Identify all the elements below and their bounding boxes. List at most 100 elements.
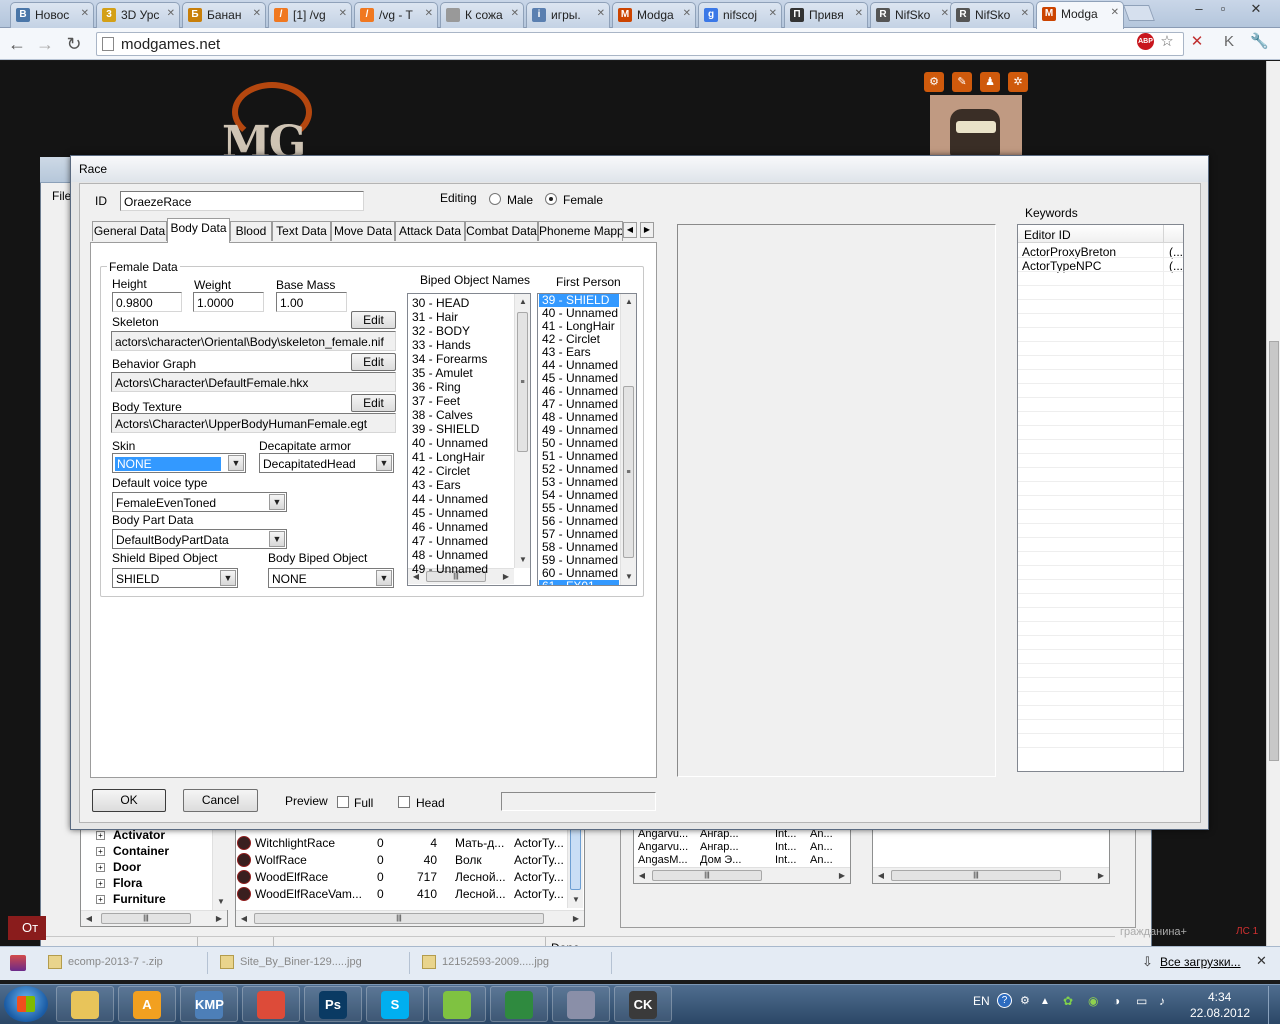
ok-button[interactable]: OK bbox=[92, 789, 166, 812]
maximize-button[interactable]: ▫ bbox=[1212, 0, 1234, 20]
tab-combat-data[interactable]: Combat Data bbox=[465, 221, 538, 241]
cell-list-hscroll[interactable]: ◀ ▶ ||| bbox=[634, 867, 850, 883]
biped-names-list[interactable]: ▲ ≡ ▼ ◀ ▶ ||| 30 - HEAD 31 - Hair 32 - BODY 3… bbox=[407, 293, 531, 586]
taskbar-kmplayer[interactable]: KMP bbox=[180, 986, 238, 1022]
object-row[interactable]: WolfRace 0 40 Волк ActorTy... bbox=[237, 852, 567, 869]
browser-tab[interactable]: / /vg - T ✕ bbox=[354, 2, 438, 28]
page-scrollbar[interactable] bbox=[1266, 61, 1280, 946]
biped-name-item[interactable]: 42 - Circlet bbox=[412, 464, 470, 478]
browser-tab[interactable]: R NifSko ✕ bbox=[870, 2, 954, 28]
biped-name-item[interactable]: 40 - Unnamed bbox=[412, 436, 488, 450]
all-downloads-link[interactable]: Все загрузки... bbox=[1160, 955, 1241, 969]
tab-close-icon[interactable]: ✕ bbox=[855, 8, 863, 19]
scroll-up-icon[interactable]: ▲ bbox=[515, 294, 530, 310]
tab-close-icon[interactable]: ✕ bbox=[941, 8, 949, 19]
skeleton-edit-button[interactable]: Edit bbox=[351, 311, 396, 329]
behavior-edit-button[interactable]: Edit bbox=[351, 353, 396, 371]
network-icon[interactable]: ▭ bbox=[1136, 994, 1147, 1008]
tray-app-icon-2[interactable]: ◑ bbox=[1113, 994, 1120, 1008]
browser-tab[interactable]: M Modga ✕ bbox=[612, 2, 696, 28]
minimize-button[interactable]: – bbox=[1188, 0, 1210, 20]
tab-close-icon[interactable]: ✕ bbox=[597, 8, 605, 19]
adblock-icon[interactable]: ABP bbox=[1137, 33, 1154, 50]
taskbar-aimp[interactable]: A bbox=[118, 986, 176, 1022]
back-icon[interactable]: ← bbox=[6, 33, 28, 55]
help-icon[interactable]: ? bbox=[997, 993, 1012, 1008]
close-download-bar-icon[interactable]: ✕ bbox=[1256, 953, 1267, 969]
biped-name-item[interactable]: 34 - Forearms bbox=[412, 352, 487, 366]
tab-move-data[interactable]: Move Data bbox=[331, 221, 395, 241]
tab-general-data[interactable]: General Data bbox=[92, 221, 167, 241]
new-tab-button[interactable] bbox=[1123, 5, 1155, 21]
extension-k-icon[interactable]: K bbox=[1220, 33, 1238, 51]
biped-name-item[interactable]: 48 - Unnamed bbox=[412, 548, 488, 562]
tab-close-icon[interactable]: ✕ bbox=[339, 8, 347, 19]
head-checkbox[interactable] bbox=[398, 796, 410, 808]
voice-type-select[interactable]: FemaleEvenToned ▼ bbox=[112, 492, 287, 512]
tab-close-icon[interactable]: ✕ bbox=[253, 8, 261, 19]
tab-body-data[interactable]: Body Data bbox=[167, 218, 230, 243]
tab-close-icon[interactable]: ✕ bbox=[683, 8, 691, 19]
url-text[interactable]: modgames.net bbox=[121, 36, 220, 53]
site-logo[interactable]: MG bbox=[222, 82, 342, 168]
preview-area[interactable] bbox=[677, 224, 996, 777]
clock-time[interactable]: 4:34 bbox=[1208, 990, 1231, 1004]
site-pm-badge[interactable]: ЛС 1 bbox=[1236, 926, 1258, 937]
browser-tab[interactable]: / [1] /vg ✕ bbox=[268, 2, 352, 28]
biped-name-item[interactable]: 39 - SHIELD bbox=[412, 422, 479, 436]
show-desktop-button[interactable] bbox=[1268, 986, 1280, 1024]
first-person-item[interactable]: 61 - FX01 bbox=[539, 580, 619, 585]
biped-name-item[interactable]: 46 - Unnamed bbox=[412, 520, 488, 534]
object-row[interactable]: WoodElfRace 0 717 Лесной... ActorTy... bbox=[237, 869, 567, 886]
cell-object-hscroll[interactable]: ◀ ▶ ||| bbox=[873, 867, 1109, 883]
tree-item[interactable]: + Furniture bbox=[96, 892, 166, 906]
user-avatar[interactable] bbox=[930, 95, 1022, 157]
tree-hscroll[interactable]: ◀ ▶ ||| bbox=[81, 910, 227, 926]
tree-item[interactable]: + Activator bbox=[96, 828, 165, 842]
scroll-up-icon[interactable]: ▲ bbox=[621, 294, 636, 310]
browser-tab[interactable]: П Привя ✕ bbox=[784, 2, 868, 28]
taskbar-skype[interactable]: S bbox=[366, 986, 424, 1022]
tab-close-icon[interactable]: ✕ bbox=[1111, 7, 1119, 18]
clock-date[interactable]: 22.08.2012 bbox=[1190, 1006, 1250, 1020]
browser-tab[interactable]: К сожа ✕ bbox=[440, 2, 524, 28]
scroll-down-icon[interactable]: ▼ bbox=[515, 552, 530, 568]
biped-name-item[interactable]: 43 - Ears bbox=[412, 478, 461, 492]
browser-tab[interactable]: B Новос ✕ bbox=[10, 2, 94, 28]
tab-close-icon[interactable]: ✕ bbox=[769, 8, 777, 19]
object-list-vscroll[interactable]: ▼ bbox=[567, 828, 583, 908]
expand-icon[interactable]: + bbox=[96, 863, 105, 873]
biped-name-item[interactable]: 37 - Feet bbox=[412, 394, 460, 408]
close-window-button[interactable]: ✕ bbox=[1236, 0, 1276, 20]
tray-app-icon[interactable]: ◉ bbox=[1088, 994, 1098, 1008]
biped-list-vscroll[interactable]: ▲ ≡ ▼ bbox=[514, 294, 530, 568]
download-item[interactable]: ecomp-2013-7 -.zip bbox=[40, 952, 208, 974]
browser-tab[interactable]: g nifscoj ✕ bbox=[698, 2, 782, 28]
body-part-select[interactable]: DefaultBodyPartData ▼ bbox=[112, 529, 287, 549]
tree-item[interactable]: + Flora bbox=[96, 876, 142, 890]
language-indicator[interactable]: EN bbox=[973, 994, 990, 1008]
object-row[interactable]: WitchlightRace 0 4 Мать-д... ActorTy... bbox=[237, 835, 567, 852]
expand-icon[interactable]: + bbox=[96, 895, 105, 905]
biped-name-item[interactable]: 44 - Unnamed bbox=[412, 492, 488, 506]
tab-scroll-right[interactable]: ▶ bbox=[640, 222, 654, 238]
shield-biped-select[interactable]: SHIELD ▼ bbox=[112, 568, 238, 588]
taskbar-creation-kit[interactable]: CK bbox=[614, 986, 672, 1022]
biped-name-item[interactable]: 31 - Hair bbox=[412, 310, 458, 324]
keywords-list[interactable]: Editor ID ActorProxyBreton (... ActorTypeN… bbox=[1017, 224, 1184, 772]
download-item[interactable]: Site_By_Biner-129.....jpg bbox=[212, 952, 410, 974]
taskbar-explorer[interactable] bbox=[56, 986, 114, 1022]
keywords-col-editor-id[interactable]: Editor ID bbox=[1024, 228, 1071, 242]
address-bar[interactable]: modgames.net bbox=[96, 32, 1184, 56]
expand-icon[interactable]: + bbox=[96, 847, 105, 857]
taskbar-photoshop[interactable]: Ps bbox=[304, 986, 362, 1022]
scroll-down-icon[interactable]: ▼ bbox=[621, 569, 636, 585]
volume-icon[interactable]: ♪ bbox=[1159, 994, 1165, 1008]
first-person-vscroll[interactable]: ▲ ≡ ▼ bbox=[620, 294, 636, 585]
object-list-hscroll[interactable]: ◀ ▶ ||| bbox=[236, 910, 584, 926]
female-radio[interactable] bbox=[545, 193, 557, 205]
object-row[interactable]: WoodElfRaceVam... 0 410 Лесной... ActorTy... bbox=[237, 886, 567, 903]
tab-close-icon[interactable]: ✕ bbox=[1021, 8, 1029, 19]
tab-blood[interactable]: Blood bbox=[230, 221, 272, 241]
browser-tab[interactable]: M Modga ✕ bbox=[1036, 1, 1124, 29]
